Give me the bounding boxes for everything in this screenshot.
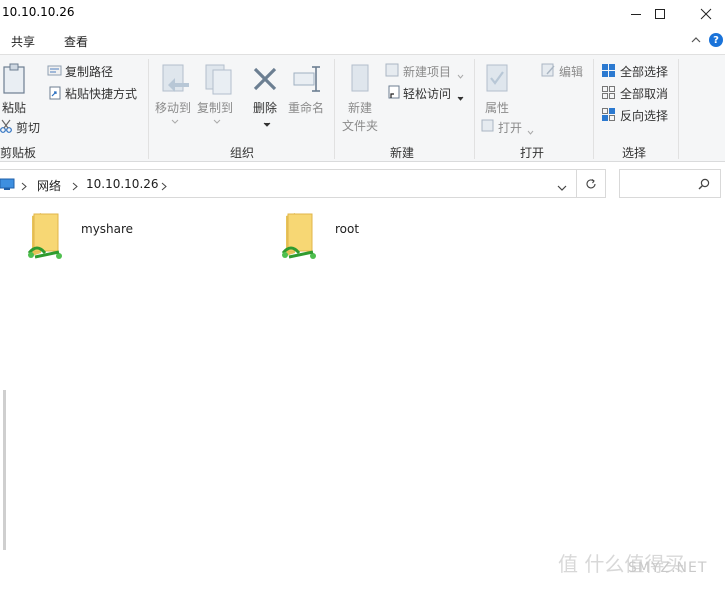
invert-selection-button[interactable]: 反向选择 <box>620 107 668 124</box>
cut-button[interactable]: 剪切 <box>16 119 40 136</box>
open-button[interactable]: 打开 <box>498 119 522 136</box>
chevron-right-icon <box>72 180 78 194</box>
scissors-icon <box>0 119 12 136</box>
easy-access-icon <box>386 85 401 103</box>
open-group-label: 打开 <box>520 146 545 160</box>
group-separator <box>148 59 149 159</box>
watermark-site: SMYZ.NET <box>628 560 708 576</box>
select-group-label: 选择 <box>622 146 647 160</box>
chevron-down-icon <box>457 68 464 82</box>
close-icon <box>700 8 712 19</box>
group-separator <box>334 59 335 159</box>
delete-x-icon <box>253 67 277 91</box>
chevron-down-icon <box>557 185 567 191</box>
new-item-icon <box>385 63 400 80</box>
chevron-down-icon <box>213 113 221 127</box>
new-folder-icon <box>351 64 369 92</box>
clipboard-icon <box>3 63 25 94</box>
search-icon <box>698 178 710 193</box>
tab-share[interactable]: 共享 <box>11 33 35 50</box>
paste-button[interactable] <box>0 63 28 100</box>
copy-path-icon <box>47 64 62 80</box>
chevron-down-icon <box>457 90 464 104</box>
select-all-button[interactable]: 全部选择 <box>620 63 668 80</box>
item-name: myshare <box>81 222 134 236</box>
list-item[interactable]: root <box>279 211 429 263</box>
properties-button[interactable] <box>485 63 511 98</box>
new-folder-button[interactable] <box>349 63 373 98</box>
paste-label: 粘贴 <box>2 101 27 115</box>
window-title: 10.10.10.26 <box>2 5 75 19</box>
copy-to-icon <box>205 64 232 95</box>
group-separator <box>474 59 475 159</box>
help-icon: ? <box>713 34 719 46</box>
clipboard-group-label: 剪贴板 <box>0 146 37 160</box>
network-folder-icon <box>279 211 321 264</box>
chevron-down-icon <box>527 124 534 138</box>
computer-icon <box>0 178 15 194</box>
new-item-button[interactable]: 新建项目 <box>403 63 451 80</box>
properties-icon <box>486 64 508 92</box>
rename-icon <box>293 66 320 92</box>
open-icon <box>481 119 495 136</box>
organize-group-label: 组织 <box>230 146 255 160</box>
new-folder-label-1: 新建 <box>348 101 373 115</box>
ribbon-tabs: 共享 查看 ? <box>0 27 725 54</box>
delete-label: 删除 <box>253 101 278 115</box>
breadcrumb-host[interactable]: 10.10.10.26 <box>86 177 159 191</box>
edit-button[interactable]: 编辑 <box>559 63 583 80</box>
chevron-down-icon <box>171 113 179 127</box>
file-list: myshare root <box>0 203 725 589</box>
maximize-button[interactable] <box>638 0 682 27</box>
group-separator <box>678 59 679 159</box>
scrollbar[interactable] <box>3 390 6 550</box>
navigation-bar: 网络 10.10.10.26 <box>0 163 725 203</box>
network-folder-icon <box>25 211 67 264</box>
close-button[interactable] <box>684 0 725 27</box>
chevron-right-icon <box>21 180 27 194</box>
paste-shortcut-icon <box>48 85 62 103</box>
chevron-down-icon <box>263 116 271 130</box>
properties-label: 属性 <box>485 101 510 115</box>
select-all-icon <box>601 63 616 81</box>
move-to-icon <box>162 64 189 92</box>
move-to-button[interactable] <box>161 63 191 100</box>
item-name: root <box>335 222 360 236</box>
delete-button[interactable] <box>251 65 279 96</box>
group-separator <box>593 59 594 159</box>
paste-shortcut-button[interactable]: 粘贴快捷方式 <box>65 85 137 102</box>
chevron-up-icon <box>691 37 701 43</box>
chevron-right-icon <box>161 180 167 194</box>
breadcrumb-network[interactable]: 网络 <box>37 177 61 194</box>
copy-path-button[interactable]: 复制路径 <box>65 63 113 80</box>
maximize-icon <box>655 8 665 19</box>
easy-access-button[interactable]: 轻松访问 <box>403 85 451 102</box>
ribbon-collapse-button[interactable] <box>690 34 702 48</box>
invert-selection-icon <box>601 107 616 125</box>
tab-view[interactable]: 查看 <box>64 33 88 50</box>
title-bar: 10.10.10.26 <box>0 0 725 27</box>
copy-to-button[interactable] <box>204 63 234 100</box>
new-folder-label-2: 文件夹 <box>342 119 379 133</box>
address-history-button[interactable] <box>557 181 567 195</box>
search-input[interactable] <box>619 169 721 198</box>
new-group-label: 新建 <box>390 146 415 160</box>
address-bar[interactable]: 网络 10.10.10.26 <box>0 169 577 198</box>
ribbon: 粘贴 复制路径 粘贴快捷方式 剪切 剪贴板 移动到 复制到 删除 重命名 组织 … <box>0 54 725 162</box>
select-none-button[interactable]: 全部取消 <box>620 85 668 102</box>
edit-icon <box>541 63 556 80</box>
refresh-button[interactable] <box>577 169 606 198</box>
rename-button[interactable] <box>293 64 323 97</box>
list-item[interactable]: myshare <box>25 211 175 263</box>
refresh-icon <box>586 178 596 188</box>
help-button[interactable]: ? <box>709 33 723 47</box>
rename-label: 重命名 <box>288 101 325 115</box>
select-none-icon <box>601 85 616 103</box>
